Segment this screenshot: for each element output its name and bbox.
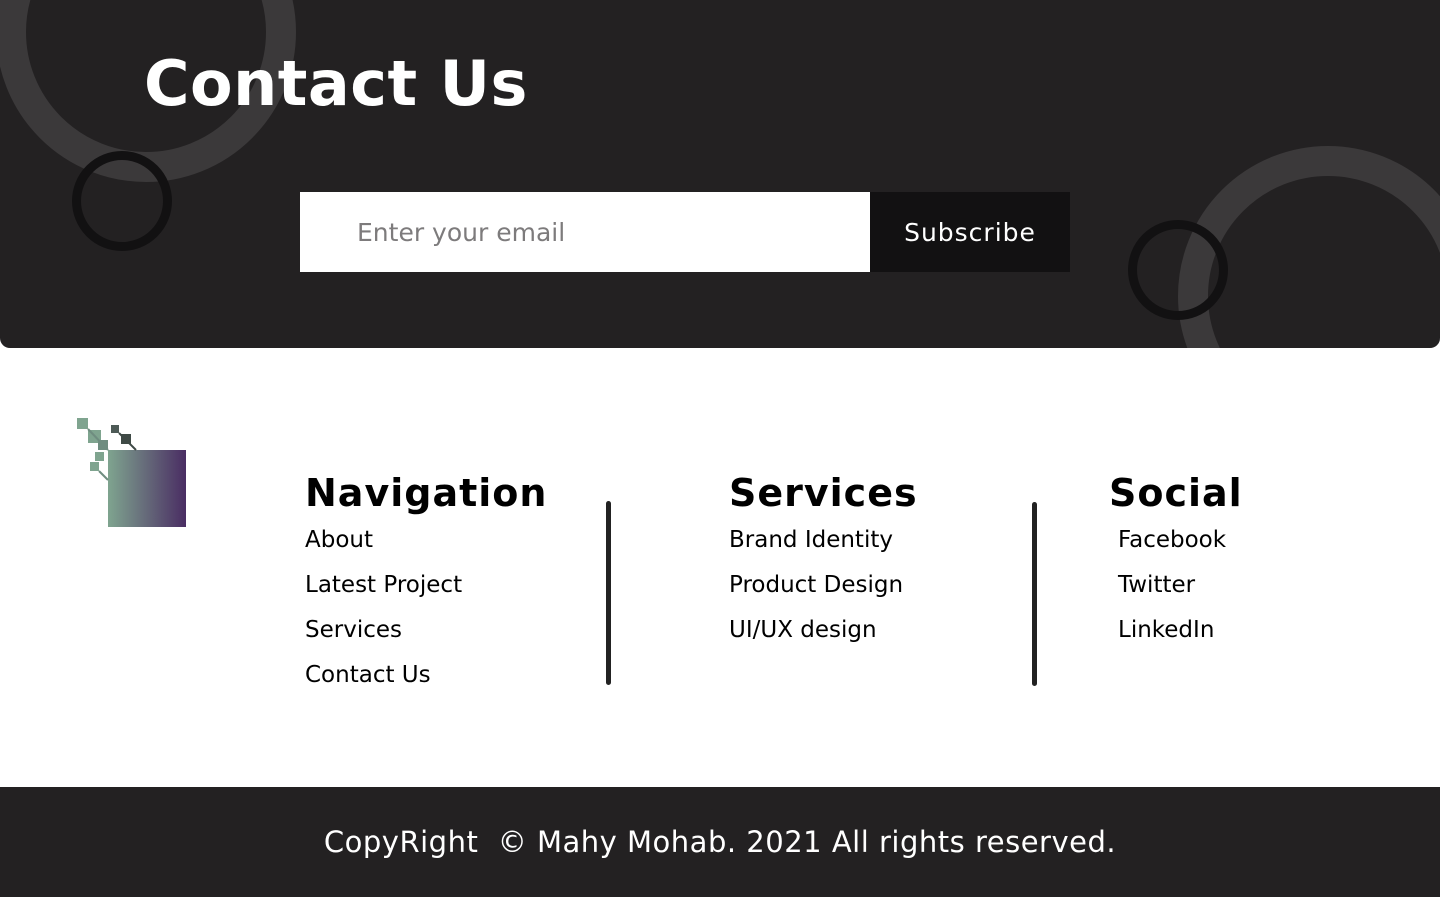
services-heading: Services <box>729 471 918 515</box>
nav-link-about[interactable]: About <box>305 527 373 553</box>
nav-link-contact-us[interactable]: Contact Us <box>305 662 431 688</box>
service-link-product-design[interactable]: Product Design <box>729 572 903 598</box>
navigation-heading: Navigation <box>305 471 548 515</box>
subscribe-button[interactable]: Subscribe <box>870 192 1070 272</box>
list-item: Product Design <box>729 567 918 612</box>
navigation-links: About Latest Project Services Contact Us <box>305 522 547 702</box>
list-item: Facebook <box>1118 522 1243 567</box>
contact-title: Contact Us <box>144 47 528 120</box>
email-input[interactable] <box>300 192 870 272</box>
nav-link-services[interactable]: Services <box>305 617 402 643</box>
service-link-brand-identity[interactable]: Brand Identity <box>729 527 893 553</box>
list-item: Contact Us <box>305 657 547 702</box>
list-item: UI/UX design <box>729 612 918 657</box>
copyright-text: CopyRight © Mahy Mohab. 2021 All rights … <box>323 825 1117 859</box>
services-links: Brand Identity Product Design UI/UX desi… <box>729 522 918 657</box>
list-item: Brand Identity <box>729 522 918 567</box>
logo <box>77 418 186 527</box>
column-divider <box>606 501 611 685</box>
services-column: Services Brand Identity Product Design U… <box>729 468 918 657</box>
column-divider <box>1032 502 1037 686</box>
page: Contact Us Subscribe Navigation About La… <box>0 0 1440 900</box>
service-link-ui-ux-design[interactable]: UI/UX design <box>729 617 877 643</box>
social-heading: Social <box>1109 471 1243 515</box>
social-link-linkedin[interactable]: LinkedIn <box>1118 617 1214 643</box>
social-column: Social Facebook Twitter LinkedIn <box>1109 468 1243 657</box>
social-link-twitter[interactable]: Twitter <box>1118 572 1195 598</box>
social-links: Facebook Twitter LinkedIn <box>1109 522 1243 657</box>
copyright-bar: CopyRight © Mahy Mohab. 2021 All rights … <box>0 787 1440 897</box>
list-item: Twitter <box>1118 567 1243 612</box>
contact-banner: Contact Us Subscribe <box>0 0 1440 348</box>
list-item: LinkedIn <box>1118 612 1243 657</box>
nav-link-latest-project[interactable]: Latest Project <box>305 572 462 598</box>
decorative-ring <box>72 151 172 251</box>
list-item: About <box>305 522 547 567</box>
navigation-column: Navigation About Latest Project Services… <box>305 468 547 702</box>
decorative-ring <box>1128 220 1228 320</box>
list-item: Latest Project <box>305 567 547 612</box>
list-item: Services <box>305 612 547 657</box>
social-link-facebook[interactable]: Facebook <box>1118 527 1226 553</box>
